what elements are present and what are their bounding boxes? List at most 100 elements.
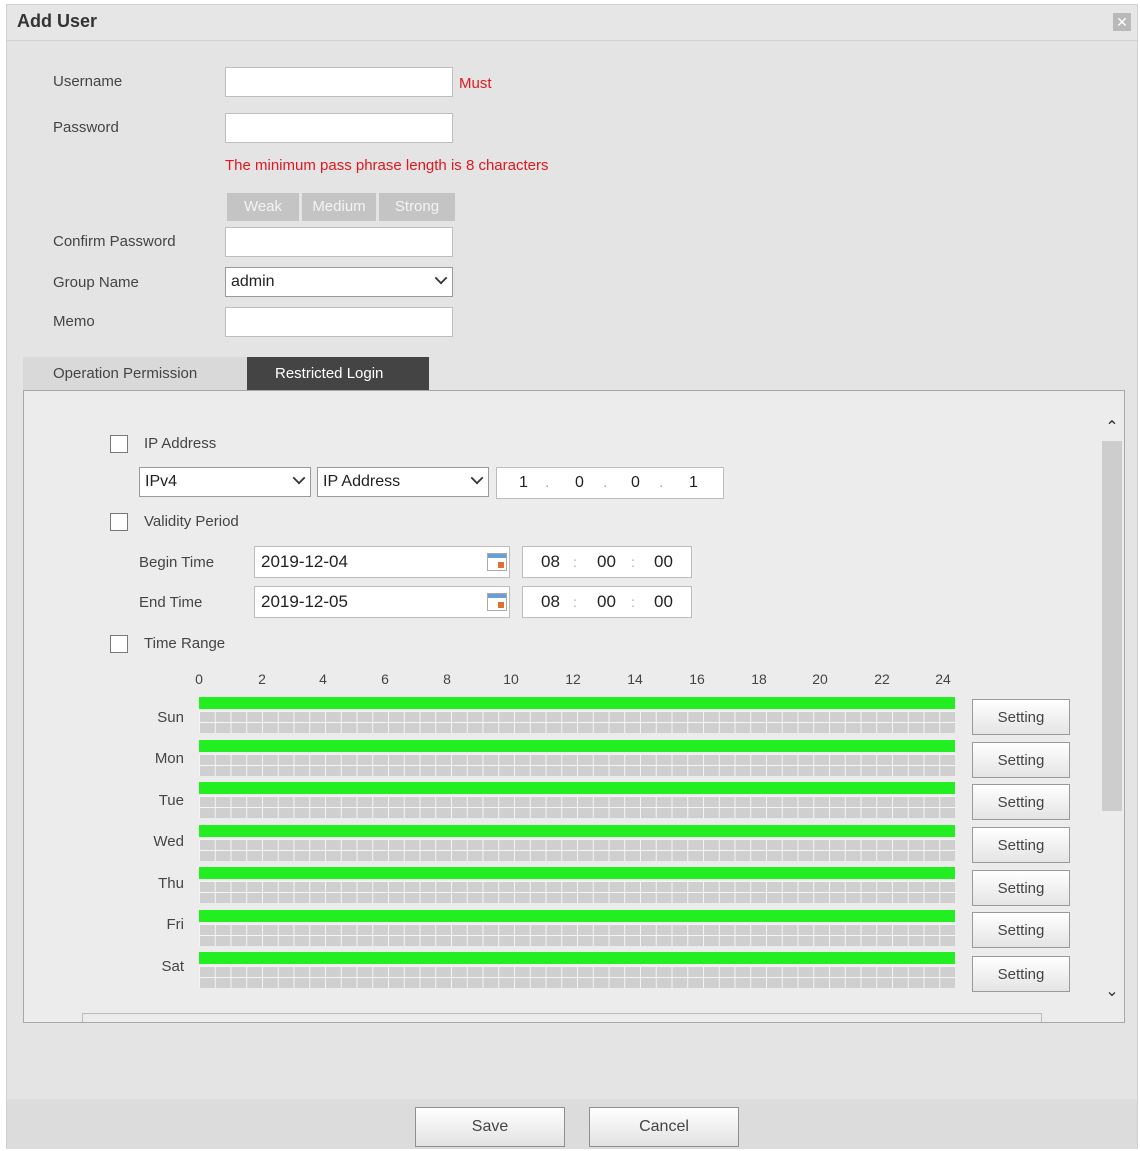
ip-type-value: IP Address — [323, 473, 401, 490]
strength-weak: Weak — [227, 193, 299, 221]
ip-octet-2: 0 — [575, 474, 584, 491]
day-label-mon: Mon — [154, 750, 184, 767]
dialog-title: Add User — [17, 11, 98, 31]
hour-label: 16 — [689, 671, 705, 687]
hour-label: 24 — [935, 671, 951, 687]
day-label-fri: Fri — [166, 916, 185, 933]
ip-address-input[interactable]: 1 . 0 . 0 . 1 — [496, 467, 724, 499]
active-period — [199, 825, 955, 837]
setting-button-mon[interactable]: Setting — [972, 742, 1070, 778]
setting-button-fri[interactable]: Setting — [972, 912, 1070, 948]
memo-label: Memo — [53, 313, 95, 330]
day-label-wed: Wed — [153, 833, 184, 850]
ip-type-select[interactable]: IP Address — [317, 467, 489, 497]
schedule-bar-sun[interactable] — [199, 697, 955, 733]
schedule-bar-wed[interactable] — [199, 825, 955, 861]
calendar-icon[interactable] — [487, 553, 507, 571]
group-name-value: admin — [231, 273, 275, 290]
restricted-login-panel: IP Address IPv4 IP Address 1 . 0 . 0 . 1… — [23, 390, 1125, 1023]
validity-period-label: Validity Period — [144, 513, 239, 530]
setting-button-sun[interactable]: Setting — [972, 699, 1070, 735]
strength-medium: Medium — [302, 193, 376, 221]
scrollbar-thumb[interactable] — [1102, 441, 1122, 811]
schedule-grid — [199, 966, 955, 988]
active-period — [199, 867, 955, 879]
schedule-bar-fri[interactable] — [199, 910, 955, 946]
day-label-thu: Thu — [158, 875, 184, 892]
schedule-bar-thu[interactable] — [199, 867, 955, 903]
end-minute: 00 — [597, 592, 616, 611]
begin-date-value: 2019-12-04 — [261, 552, 348, 571]
end-time-label: End Time — [139, 594, 203, 611]
cancel-button[interactable]: Cancel — [589, 1107, 739, 1147]
begin-second: 00 — [654, 552, 673, 571]
tab-operation-permission[interactable]: Operation Permission — [23, 357, 247, 391]
active-period — [199, 952, 955, 964]
must-indicator: Must — [459, 75, 492, 92]
add-user-dialog: Add User ✕ Username Must Password The mi… — [6, 4, 1138, 1149]
schedule-bar-mon[interactable] — [199, 740, 955, 776]
chevron-down-icon — [470, 471, 484, 485]
title-bar: Add User ✕ — [7, 5, 1137, 41]
time-range-label: Time Range — [144, 635, 226, 652]
active-period — [199, 697, 955, 709]
group-name-select[interactable]: admin — [225, 267, 453, 297]
begin-minute: 00 — [597, 552, 616, 571]
hour-label: 2 — [258, 671, 266, 687]
end-date-input[interactable]: 2019-12-05 — [254, 586, 510, 618]
username-label: Username — [53, 73, 123, 90]
hour-label: 4 — [319, 671, 327, 687]
begin-time-label: Begin Time — [139, 554, 215, 571]
day-label-tue: Tue — [158, 792, 184, 809]
time-range-checkbox[interactable] — [110, 635, 128, 653]
scroll-up-icon[interactable]: ⌃ — [1102, 417, 1122, 437]
hour-label: 18 — [751, 671, 767, 687]
setting-button-thu[interactable]: Setting — [972, 870, 1070, 906]
schedule-grid — [199, 711, 955, 733]
ip-version-value: IPv4 — [145, 473, 178, 490]
chevron-down-icon — [292, 471, 306, 485]
hour-label: 0 — [195, 671, 203, 687]
partial-section — [82, 1013, 1042, 1022]
ip-version-select[interactable]: IPv4 — [139, 467, 311, 497]
confirm-password-input[interactable] — [225, 227, 453, 257]
ip-address-checkbox[interactable] — [110, 435, 128, 453]
hour-label: 8 — [443, 671, 451, 687]
end-second: 00 — [654, 592, 673, 611]
ip-octet-4: 1 — [689, 474, 698, 491]
save-button[interactable]: Save — [415, 1107, 565, 1147]
strength-strong: Strong — [379, 193, 455, 221]
memo-input[interactable] — [225, 307, 453, 337]
password-hint: The minimum pass phrase length is 8 char… — [225, 157, 549, 174]
calendar-icon[interactable] — [487, 593, 507, 611]
schedule-grid — [199, 796, 955, 818]
schedule-bar-tue[interactable] — [199, 782, 955, 818]
tab-restricted-login[interactable]: Restricted Login — [247, 357, 429, 391]
group-name-label: Group Name — [53, 274, 139, 291]
ip-octet-1: 1 — [519, 474, 528, 491]
begin-date-input[interactable]: 2019-12-04 — [254, 546, 510, 578]
password-input[interactable] — [225, 113, 453, 143]
scroll-down-icon[interactable]: ⌄ — [1102, 981, 1122, 1001]
username-input[interactable] — [225, 67, 453, 97]
close-icon[interactable]: ✕ — [1113, 13, 1131, 31]
active-period — [199, 910, 955, 922]
schedule-grid — [199, 839, 955, 861]
setting-button-sat[interactable]: Setting — [972, 956, 1070, 992]
schedule-grid — [199, 924, 955, 946]
end-time-input[interactable]: 08 : 00 : 00 — [522, 586, 692, 618]
confirm-password-label: Confirm Password — [53, 233, 176, 250]
setting-button-wed[interactable]: Setting — [972, 827, 1070, 863]
schedule-bar-sat[interactable] — [199, 952, 955, 988]
hour-label: 22 — [874, 671, 890, 687]
end-hour: 08 — [541, 592, 560, 611]
active-period — [199, 782, 955, 794]
hour-label: 10 — [503, 671, 519, 687]
setting-button-tue[interactable]: Setting — [972, 784, 1070, 820]
validity-period-checkbox[interactable] — [110, 513, 128, 531]
begin-hour: 08 — [541, 552, 560, 571]
dialog-footer — [7, 1099, 1137, 1149]
day-label-sun: Sun — [157, 709, 184, 726]
begin-time-input[interactable]: 08 : 00 : 00 — [522, 546, 692, 578]
hour-label: 20 — [812, 671, 828, 687]
